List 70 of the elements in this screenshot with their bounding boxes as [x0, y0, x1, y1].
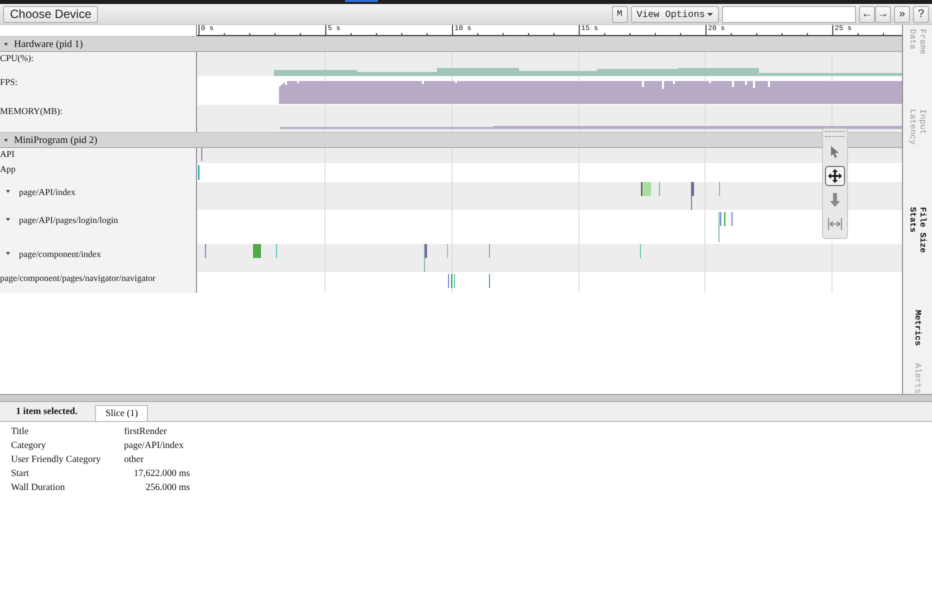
track-label: page/component/pages/navigator/navigator [0, 272, 156, 284]
slice-mark[interactable] [489, 244, 490, 258]
property-value: 256.000 ms [144, 483, 190, 493]
property-label: Title [11, 427, 30, 437]
expand-toggle-icon[interactable] [6, 252, 10, 255]
process-title: MiniProgram (pid 2) [14, 134, 98, 146]
more-button[interactable]: » [894, 6, 910, 22]
slice-mark[interactable] [424, 244, 425, 272]
process-title: Hardware (pid 1) [14, 38, 83, 50]
property-value: other [124, 455, 145, 465]
tool-button[interactable] [825, 166, 845, 186]
track-label: API [0, 148, 15, 160]
track-label: MEMORY(MB): [0, 105, 63, 117]
slice-mark[interactable] [718, 212, 720, 242]
pointer-icon [830, 146, 840, 158]
side-tab[interactable]: File Size Stats [906, 207, 928, 264]
slice-mark[interactable] [425, 244, 427, 258]
slice-mark[interactable] [447, 244, 448, 258]
drag-handle[interactable] [825, 131, 845, 137]
slice-mark[interactable] [489, 274, 490, 288]
slice-mark[interactable] [691, 182, 692, 210]
slice-mark[interactable] [659, 182, 660, 196]
slice-mark[interactable] [731, 212, 733, 226]
slice-mark[interactable] [205, 244, 206, 258]
property-label: Start [11, 469, 30, 479]
measure-icon [828, 218, 842, 230]
expand-toggle-icon[interactable] [4, 138, 8, 142]
view-options-dropdown[interactable]: View Options [630, 6, 719, 22]
slice-mark[interactable] [640, 244, 641, 258]
track-label: page/component/index [19, 248, 101, 260]
slice-mark[interactable] [692, 182, 694, 196]
property-value: firstRender [124, 427, 168, 437]
property-label: Wall Duration [11, 483, 66, 493]
slice-mark[interactable] [276, 244, 277, 258]
track-label: CPU(%): [0, 52, 34, 64]
details-tab[interactable]: Slice (1) [95, 405, 148, 421]
mode-button[interactable]: M [612, 6, 628, 22]
help-button[interactable]: ? [913, 6, 929, 22]
slice-mark[interactable] [448, 274, 449, 288]
slice-mark[interactable] [454, 274, 455, 288]
forward-button[interactable]: → [875, 6, 891, 22]
track-label: App [0, 163, 16, 175]
slice-mark[interactable] [720, 212, 722, 226]
caret-icon [707, 12, 713, 16]
track-label: page/API/pages/login/login [19, 214, 118, 226]
move-icon [828, 169, 842, 183]
slice-mark[interactable] [643, 182, 651, 196]
expand-toggle-icon[interactable] [6, 218, 10, 221]
property-value: 17,622.000 ms [132, 469, 190, 479]
property-value: page/API/index [124, 441, 185, 451]
property-label: Category [11, 441, 47, 451]
slice-mark[interactable] [451, 274, 452, 288]
track-label: page/API/index [19, 186, 76, 198]
expand-toggle-icon[interactable] [6, 190, 10, 193]
expand-toggle-icon[interactable] [4, 42, 8, 46]
selection-summary: 1 item selected. [15, 407, 78, 419]
back-button[interactable]: ← [859, 6, 875, 22]
slice-mark[interactable] [198, 165, 200, 180]
property-label: User Friendly Category [11, 455, 102, 465]
splitter-bar[interactable] [0, 395, 932, 402]
slice-mark[interactable] [253, 244, 261, 258]
down-arrow-icon [830, 193, 840, 207]
slice-mark[interactable] [201, 148, 202, 161]
side-tab[interactable]: Metrics [906, 310, 928, 346]
slice-mark[interactable] [641, 182, 642, 196]
track-label: FPS: [0, 76, 18, 88]
slice-mark[interactable] [724, 212, 726, 226]
choose-device-button[interactable]: Choose Device [3, 6, 98, 22]
slice-mark[interactable] [719, 182, 720, 196]
search-field[interactable] [722, 6, 856, 22]
